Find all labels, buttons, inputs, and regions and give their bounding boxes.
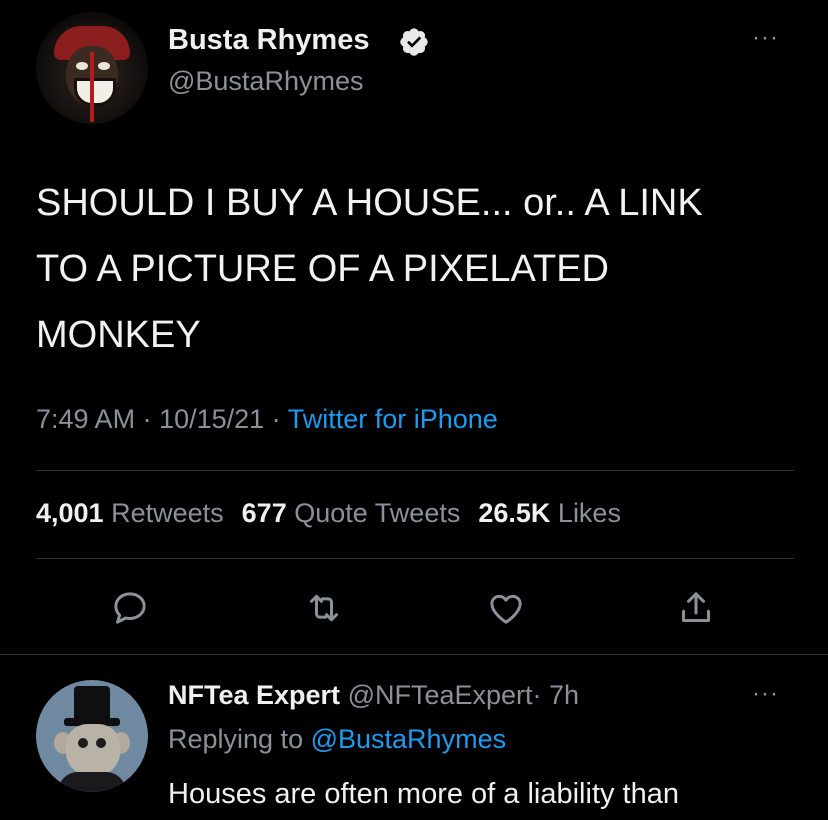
author-name[interactable]: Busta Rhymes	[168, 24, 369, 57]
likes-stat[interactable]: 26.5K Likes	[478, 498, 621, 528]
reply-author-avatar[interactable]	[36, 680, 148, 792]
tweet-date: 10/15/21	[159, 404, 265, 434]
avatar-eye	[96, 738, 106, 748]
reply-text: Houses are often more of a liability tha…	[168, 778, 679, 810]
retweets-label: Retweets	[111, 498, 224, 528]
retweet-icon[interactable]	[304, 588, 344, 628]
share-icon[interactable]	[676, 588, 716, 628]
replying-prefix: Replying to	[168, 724, 304, 754]
retweets-stat[interactable]: 4,001 Retweets	[36, 498, 224, 528]
quotes-count: 677	[241, 498, 287, 528]
avatar-eye	[78, 738, 88, 748]
reply-author-name[interactable]: NFTea Expert	[168, 680, 340, 710]
reply-age: · 7h	[532, 680, 580, 710]
replying-to: Replying to @BustaRhymes	[168, 724, 506, 755]
reply-author-handle[interactable]: @NFTeaExpert	[348, 680, 533, 710]
avatar-body	[58, 772, 126, 792]
verified-badge-icon	[398, 26, 430, 58]
like-icon[interactable]	[486, 588, 526, 628]
likes-count: 26.5K	[478, 498, 551, 528]
quotes-label: Quote Tweets	[294, 498, 461, 528]
more-options-icon[interactable]: ···	[752, 24, 779, 52]
meta-separator: ·	[264, 404, 288, 434]
tweet-text: SHOULD I BUY A HOUSE... or.. A LINK TO A…	[36, 182, 703, 356]
divider	[36, 558, 794, 559]
likes-label: Likes	[557, 498, 621, 528]
meta-separator: ·	[135, 404, 160, 434]
quotes-stat[interactable]: 677 Quote Tweets	[242, 498, 461, 528]
tweet-stats: 4,001 Retweets 677 Quote Tweets 26.5K Like…	[36, 498, 621, 529]
avatar-eye	[98, 62, 110, 70]
author-avatar[interactable]	[36, 12, 148, 124]
avatar-stripe	[90, 52, 94, 122]
divider	[36, 470, 794, 471]
divider	[0, 654, 828, 655]
avatar-mouth	[74, 78, 116, 106]
tweet-source[interactable]: Twitter for iPhone	[288, 404, 498, 434]
tweet-meta: 7:49 AM · 10/15/21 · Twitter for iPhone	[36, 404, 498, 435]
retweets-count: 4,001	[36, 498, 104, 528]
avatar-eye	[76, 62, 88, 70]
reply-header: NFTea Expert @NFTeaExpert· 7h	[168, 680, 579, 711]
avatar-face	[66, 724, 120, 776]
reply-more-options-icon[interactable]: ···	[752, 680, 779, 708]
reply-icon[interactable]	[110, 588, 150, 628]
replying-mention[interactable]: @BustaRhymes	[311, 724, 506, 754]
author-handle[interactable]: @BustaRhymes	[168, 66, 363, 97]
tweet-time: 7:49 AM	[36, 404, 136, 434]
avatar-hat	[74, 686, 110, 720]
